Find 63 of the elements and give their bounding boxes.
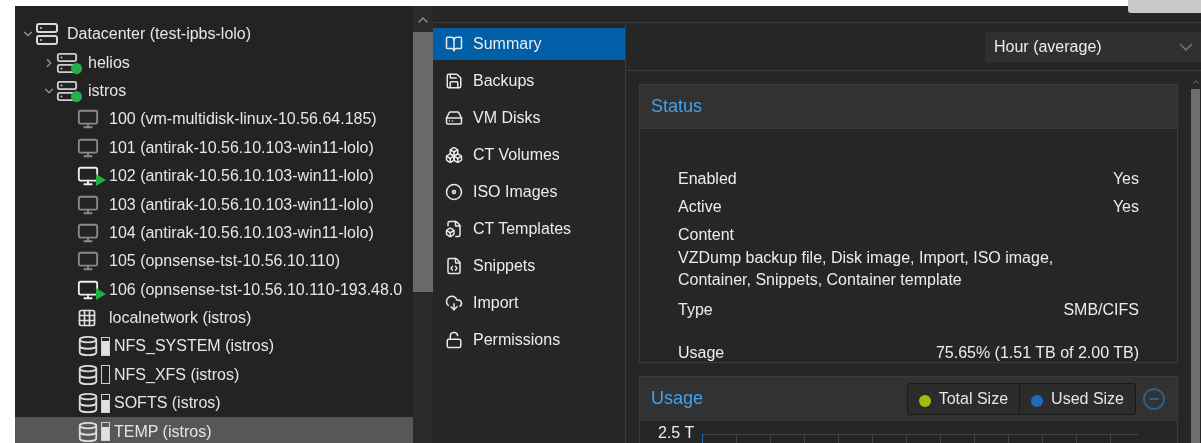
floppy-icon <box>445 72 463 90</box>
scrollbar-thumb[interactable] <box>413 32 433 292</box>
database-icon <box>77 420 99 443</box>
legend-toggle[interactable]: Total Size <box>907 383 1020 414</box>
tree-item[interactable]: 103 (antirak-10.56.10.103-win11-lolo) <box>15 190 413 219</box>
nav-item[interactable]: CT Templates <box>433 213 625 245</box>
tree-item[interactable]: 106 (opnsense-tst-10.56.10.110-193.48.0 <box>15 275 413 304</box>
tree-item[interactable]: helios <box>15 48 413 77</box>
tree-item[interactable]: TEMP (istros) <box>15 417 413 443</box>
nav-item[interactable]: VM Disks <box>433 102 625 134</box>
panel-title: Status <box>651 96 703 117</box>
legend-toggle[interactable]: Used Size <box>1019 383 1135 414</box>
tree-item[interactable]: NFS_SYSTEM (istros) <box>15 332 413 361</box>
unlocked-icon <box>445 331 463 349</box>
tree-item[interactable]: 100 (vm-multidisk-linux-10.56.64.185) <box>15 105 413 134</box>
disc-icon <box>445 183 463 201</box>
nav-item[interactable]: ISO Images <box>433 176 625 208</box>
field-label: Content <box>678 225 736 244</box>
field-value: Yes <box>1112 197 1139 216</box>
panel-title: Usage <box>651 388 704 409</box>
code-file-icon <box>445 257 463 275</box>
usage-bar <box>101 422 110 442</box>
boxes-icon <box>445 146 463 164</box>
tree-item[interactable]: 102 (antirak-10.56.10.103-win11-lolo) <box>15 161 413 191</box>
nav-item[interactable]: Backups <box>433 65 625 97</box>
tree-item[interactable]: NFS_XFS (istros) <box>15 360 413 390</box>
tree-item[interactable]: Datacenter (test-ipbs-lolo) <box>15 20 413 49</box>
cloud-download-icon <box>445 294 463 312</box>
field-label: Enabled <box>678 169 737 188</box>
field-label: Usage <box>678 343 725 362</box>
field-value: VZDump backup file, Disk image, Import, ISO image, Container, Snippets, Container template <box>678 248 1055 290</box>
tree-item[interactable]: istros <box>15 76 413 106</box>
usage-bar <box>101 337 110 356</box>
nav-item[interactable]: Import <box>433 287 625 319</box>
book-icon <box>445 35 463 53</box>
grid-icon <box>77 308 97 329</box>
field-label: Type <box>678 300 713 319</box>
timeframe-dropdown[interactable]: Hour (average) <box>985 31 1201 62</box>
tree-item[interactable]: SOFTS (istros) <box>15 389 413 418</box>
chevron-down-icon <box>1179 42 1193 51</box>
tree-item[interactable]: 105 (opnsense-tst-10.56.10.110) <box>15 247 413 276</box>
scroll-up-icon[interactable] <box>1190 77 1201 87</box>
usage-bar <box>101 393 110 413</box>
scrollbar-thumb[interactable] <box>1191 89 1200 443</box>
tree-item[interactable]: 101 (antirak-10.56.10.103-win11-lolo) <box>15 133 413 162</box>
database-icon <box>77 335 99 358</box>
tree-item[interactable]: 104 (antirak-10.56.10.103-win11-lolo) <box>15 218 413 248</box>
file-box-icon <box>445 220 463 238</box>
drive-icon <box>445 109 463 127</box>
axis-tick-label: 2.5 T <box>658 424 695 443</box>
field-value: Yes <box>1112 169 1139 188</box>
field-label: Active <box>678 197 722 216</box>
database-icon <box>77 363 99 386</box>
server-rack-icon <box>35 22 59 47</box>
collapse-icon[interactable] <box>1142 386 1166 411</box>
field-value: 75.65% (1.51 TB of 2.00 TB) <box>935 343 1139 362</box>
tree-item[interactable]: localnetwork (istros) <box>15 303 413 333</box>
database-icon <box>77 392 99 415</box>
nav-item[interactable]: Permissions <box>433 324 625 356</box>
nav-item[interactable]: CT Volumes <box>433 139 625 171</box>
nav-item[interactable]: Summary <box>433 28 625 60</box>
nav-item[interactable]: Snippets <box>433 250 625 282</box>
field-value: SMB/CIFS <box>1063 300 1139 319</box>
